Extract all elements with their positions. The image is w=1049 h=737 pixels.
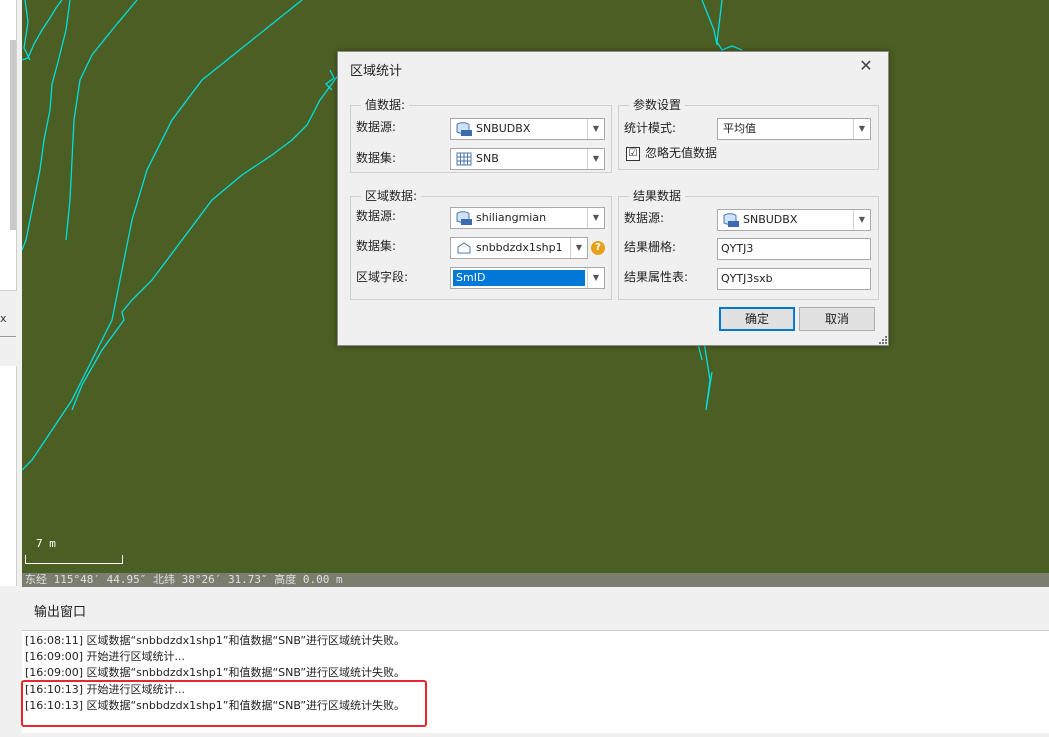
chevron-down-icon[interactable]: ▼ — [587, 268, 604, 288]
chevron-down-icon[interactable]: ▼ — [587, 149, 604, 169]
divider — [0, 336, 16, 337]
group-title: 参数设置 — [629, 97, 686, 113]
chevron-down-icon[interactable]: ▼ — [853, 210, 870, 230]
output-line: [16:09:00] 区域数据“snbbdzdx1shp1”和值数据“SNB”进… — [25, 666, 406, 679]
region-field-combo[interactable]: SmID ▼ — [450, 267, 605, 289]
database-udbx-icon — [456, 122, 472, 136]
combo-value: 平均值 — [723, 122, 756, 135]
ignore-nodata-label: 忽略无值数据 — [645, 146, 718, 160]
stat-mode-label: 统计模式: — [624, 121, 677, 135]
selected-field: SmID — [453, 270, 585, 286]
output-window-title: 输出窗口 — [34, 605, 87, 620]
scale-bar — [25, 555, 123, 564]
region-field-label: 区域字段: — [356, 270, 409, 284]
result-table-label: 结果属性表: — [624, 270, 689, 284]
chevron-down-icon[interactable]: ▼ — [587, 119, 604, 139]
combo-value: SNBUDBX — [743, 213, 798, 226]
ok-button[interactable]: 确定 — [719, 307, 795, 331]
scale-label: 7 m — [36, 537, 56, 550]
combo-value: SmID — [456, 271, 486, 284]
annotation-highlight-box — [21, 680, 427, 727]
result-table-input[interactable]: QYTJ3sxb — [717, 268, 871, 290]
help-icon[interactable]: ? — [591, 241, 605, 255]
region-datasource-combo[interactable]: shiliangmian ▼ — [450, 207, 605, 229]
coordinate-status-bar: 东经 115°48′ 44.95″ 北纬 38°26′ 31.73″ 高度 0.… — [22, 573, 1049, 587]
scrollbar[interactable] — [10, 40, 16, 230]
grid-dataset-icon — [456, 152, 472, 166]
cancel-button[interactable]: 取消 — [799, 307, 875, 331]
region-dataset-icon — [457, 242, 471, 254]
workspace-tree-panel[interactable] — [0, 0, 17, 291]
combo-value: shiliangmian — [476, 211, 547, 224]
combo-value: snbbdzdx1shp1 — [476, 241, 563, 254]
combo-value: SNBUDBX — [476, 122, 531, 135]
group-title: 结果数据 — [629, 188, 686, 204]
value-dataset-label: 数据集: — [356, 151, 397, 165]
value-datasource-label: 数据源: — [356, 120, 397, 134]
stat-mode-combo[interactable]: 平均值 ▼ — [717, 118, 871, 140]
group-title: 区域数据: — [361, 188, 422, 204]
output-line: [16:08:11] 区域数据“snbbdzdx1shp1”和值数据“SNB”进… — [25, 634, 406, 647]
database-udbx-icon — [456, 211, 472, 225]
result-grid-input[interactable]: QYTJ3 — [717, 238, 871, 260]
region-datasource-label: 数据源: — [356, 209, 397, 223]
result-datasource-label: 数据源: — [624, 211, 665, 225]
database-udbx-icon — [723, 213, 739, 227]
close-icon[interactable]: ✕ — [856, 56, 876, 76]
group-title: 值数据: — [361, 97, 410, 113]
result-grid-label: 结果栅格: — [624, 240, 677, 254]
zonal-statistics-dialog: 区域统计 ✕ 值数据: 数据源: SNBUDBX ▼ 数据集: SNB ▼ 参数… — [337, 51, 889, 346]
chevron-down-icon[interactable]: ▼ — [587, 208, 604, 228]
coordinate-readout: 东经 115°48′ 44.95″ 北纬 38°26′ 31.73″ 高度 0.… — [25, 573, 343, 586]
left-panel: x — [0, 0, 22, 737]
chevron-down-icon[interactable]: ▼ — [570, 238, 587, 258]
value-dataset-combo[interactable]: SNB ▼ — [450, 148, 605, 170]
region-dataset-label: 数据集: — [356, 239, 397, 253]
resize-grip-icon[interactable] — [879, 336, 887, 344]
value-datasource-combo[interactable]: SNBUDBX ▼ — [450, 118, 605, 140]
region-dataset-combo[interactable]: snbbdzdx1shp1 ▼ — [450, 237, 588, 259]
layer-panel[interactable] — [0, 366, 17, 586]
chevron-down-icon[interactable]: ▼ — [853, 119, 870, 139]
panel-close-icon[interactable]: x — [0, 312, 7, 325]
ignore-nodata-checkbox[interactable]: ☑ — [626, 147, 640, 161]
output-line: [16:09:00] 开始进行区域统计... — [25, 650, 185, 663]
combo-value: SNB — [476, 152, 499, 165]
result-datasource-combo[interactable]: SNBUDBX ▼ — [717, 209, 871, 231]
dialog-title: 区域统计 — [350, 64, 403, 79]
